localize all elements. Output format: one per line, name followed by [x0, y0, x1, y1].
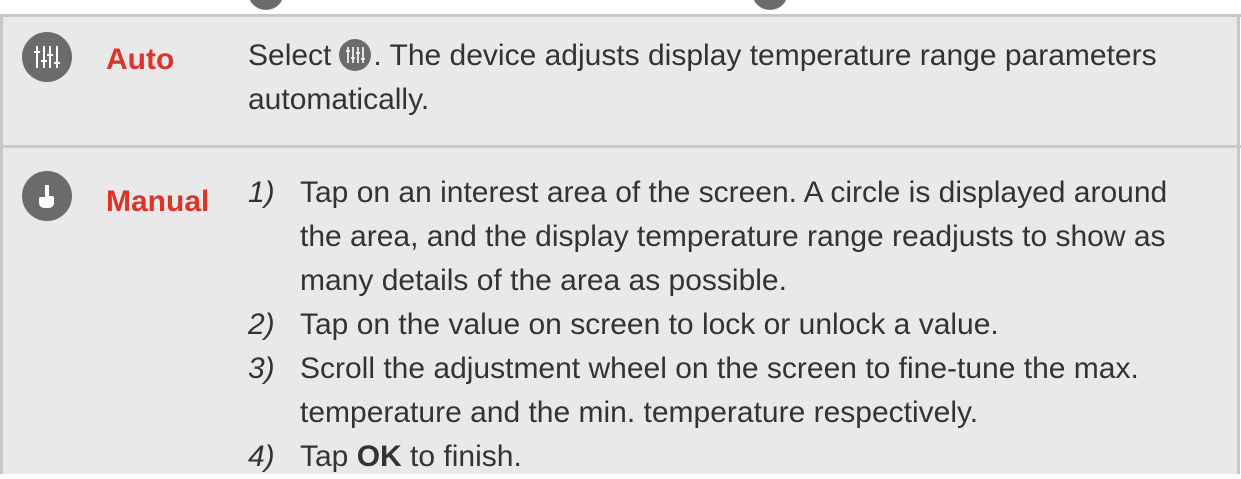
step-item: 1) Tap on an interest area of the screen… — [248, 171, 1208, 303]
step-number: 1) — [248, 176, 275, 209]
step-text: Tap on the value on screen to lock or un… — [300, 308, 999, 341]
step-text-start: Tap — [300, 440, 357, 473]
sliders-icon — [339, 39, 372, 71]
manual-steps: 1) Tap on an interest area of the screen… — [248, 171, 1208, 479]
step-number: 3) — [248, 352, 275, 385]
row-divider — [0, 145, 1241, 148]
cut-off-previous-line — [0, 0, 1241, 14]
step-number: 4) — [248, 440, 275, 473]
auto-label: Auto — [106, 43, 175, 76]
hand-pointer-icon — [22, 171, 72, 221]
step-text: Tap on an interest area of the screen. A… — [300, 176, 1168, 297]
sliders-icon — [22, 32, 72, 82]
cut-off-icon — [752, 0, 788, 10]
auto-text-end: . The device adjusts display temperature… — [248, 39, 1157, 116]
step-number: 2) — [248, 308, 275, 341]
ok-keyword: OK — [356, 440, 402, 473]
step-text-end: to finish. — [401, 440, 522, 473]
step-text: Scroll the adjustment wheel on the scree… — [300, 352, 1139, 429]
table-top-border — [0, 14, 1241, 17]
step-item: 4) Tap OK to finish. — [248, 435, 1208, 479]
manual-label: Manual — [106, 185, 210, 218]
step-item: 3) Scroll the adjustment wheel on the sc… — [248, 347, 1208, 435]
auto-description: Select. The device adjusts display tempe… — [248, 34, 1188, 122]
step-item: 2) Tap on the value on screen to lock or… — [248, 303, 1208, 347]
auto-text-start: Select — [248, 39, 332, 72]
cut-off-icon — [248, 0, 284, 10]
